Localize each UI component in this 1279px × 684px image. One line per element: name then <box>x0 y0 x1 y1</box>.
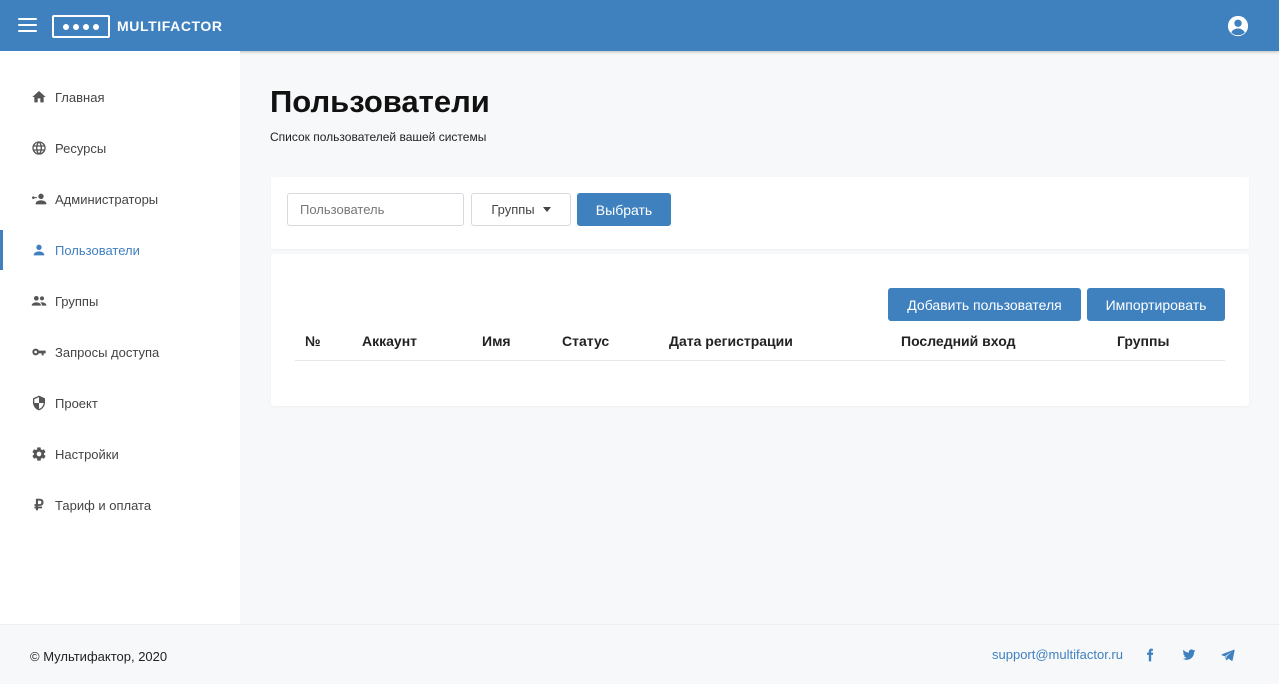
facebook-icon[interactable] <box>1143 648 1157 662</box>
admin-icon <box>31 191 47 207</box>
key-icon <box>31 344 47 360</box>
groups-dropdown[interactable]: Группы <box>471 193 571 226</box>
logo-icon <box>52 15 110 38</box>
page-title: Пользователи <box>270 84 490 119</box>
sidebar-item-label: Настройки <box>55 446 119 462</box>
sidebar-item-groups[interactable]: Группы <box>0 281 240 321</box>
sidebar-item-users[interactable]: Пользователи <box>0 230 240 270</box>
sidebar-item-billing[interactable]: ₽ Тариф и оплата <box>0 485 240 525</box>
users-table-panel: Добавить пользователя Импортировать № Ак… <box>271 254 1249 406</box>
column-header-status[interactable]: Статус <box>562 333 609 349</box>
gear-icon <box>31 446 47 462</box>
sidebar-item-home[interactable]: Главная <box>0 77 240 117</box>
footer: © Мультифактор, 2020 support@multifactor… <box>0 624 1279 684</box>
person-icon <box>31 242 47 258</box>
twitter-icon[interactable] <box>1182 648 1196 662</box>
column-header-last-login[interactable]: Последний вход <box>901 333 1015 349</box>
sidebar-item-label: Тариф и оплата <box>55 497 152 513</box>
account-icon[interactable] <box>1227 15 1249 37</box>
column-header-registration-date[interactable]: Дата регистрации <box>669 333 793 349</box>
caret-down-icon <box>542 207 551 212</box>
sidebar-item-label: Администраторы <box>55 191 159 207</box>
sidebar-item-label: Запросы доступа <box>55 344 160 360</box>
groups-dropdown-label: Группы <box>491 202 535 217</box>
shield-icon <box>31 395 47 411</box>
sidebar-item-access-requests[interactable]: Запросы доступа <box>0 332 240 372</box>
globe-icon <box>31 140 47 156</box>
sidebar-item-resources[interactable]: Ресурсы <box>0 128 240 168</box>
sidebar-item-settings[interactable]: Настройки <box>0 434 240 474</box>
menu-icon[interactable] <box>18 18 37 34</box>
column-header-groups[interactable]: Группы <box>1117 333 1169 349</box>
telegram-icon[interactable] <box>1221 648 1235 662</box>
people-icon <box>31 293 47 309</box>
page-subtitle: Список пользователей вашей системы <box>270 130 487 144</box>
add-user-button[interactable]: Добавить пользователя <box>888 288 1081 321</box>
column-header-number[interactable]: № <box>305 333 321 349</box>
import-button[interactable]: Импортировать <box>1087 288 1225 321</box>
select-button[interactable]: Выбрать <box>577 193 671 226</box>
sidebar-item-administrators[interactable]: Администраторы <box>0 179 240 219</box>
user-search-input[interactable] <box>287 193 464 226</box>
support-email-link[interactable]: support@multifactor.ru <box>992 647 1123 662</box>
column-header-name[interactable]: Имя <box>482 333 511 349</box>
sidebar-item-label: Главная <box>55 89 105 105</box>
sidebar-item-project[interactable]: Проект <box>0 383 240 423</box>
column-header-account[interactable]: Аккаунт <box>362 333 417 349</box>
sidebar-item-label: Группы <box>55 293 99 309</box>
sidebar-item-label: Пользователи <box>55 242 140 258</box>
home-icon <box>31 89 47 105</box>
ruble-icon: ₽ <box>34 497 44 514</box>
filter-panel: Группы Выбрать <box>271 177 1249 249</box>
sidebar-item-label: Ресурсы <box>55 140 107 156</box>
table-header: № Аккаунт Имя Статус Дата регистрации По… <box>295 327 1225 361</box>
brand-name: MULTIFACTOR <box>117 18 223 34</box>
sidebar-item-label: Проект <box>55 395 98 411</box>
copyright: © Мультифактор, 2020 <box>30 649 168 664</box>
sidebar: Главная Ресурсы Администраторы Пользоват… <box>0 51 240 624</box>
top-bar: MULTIFACTOR <box>0 0 1279 51</box>
